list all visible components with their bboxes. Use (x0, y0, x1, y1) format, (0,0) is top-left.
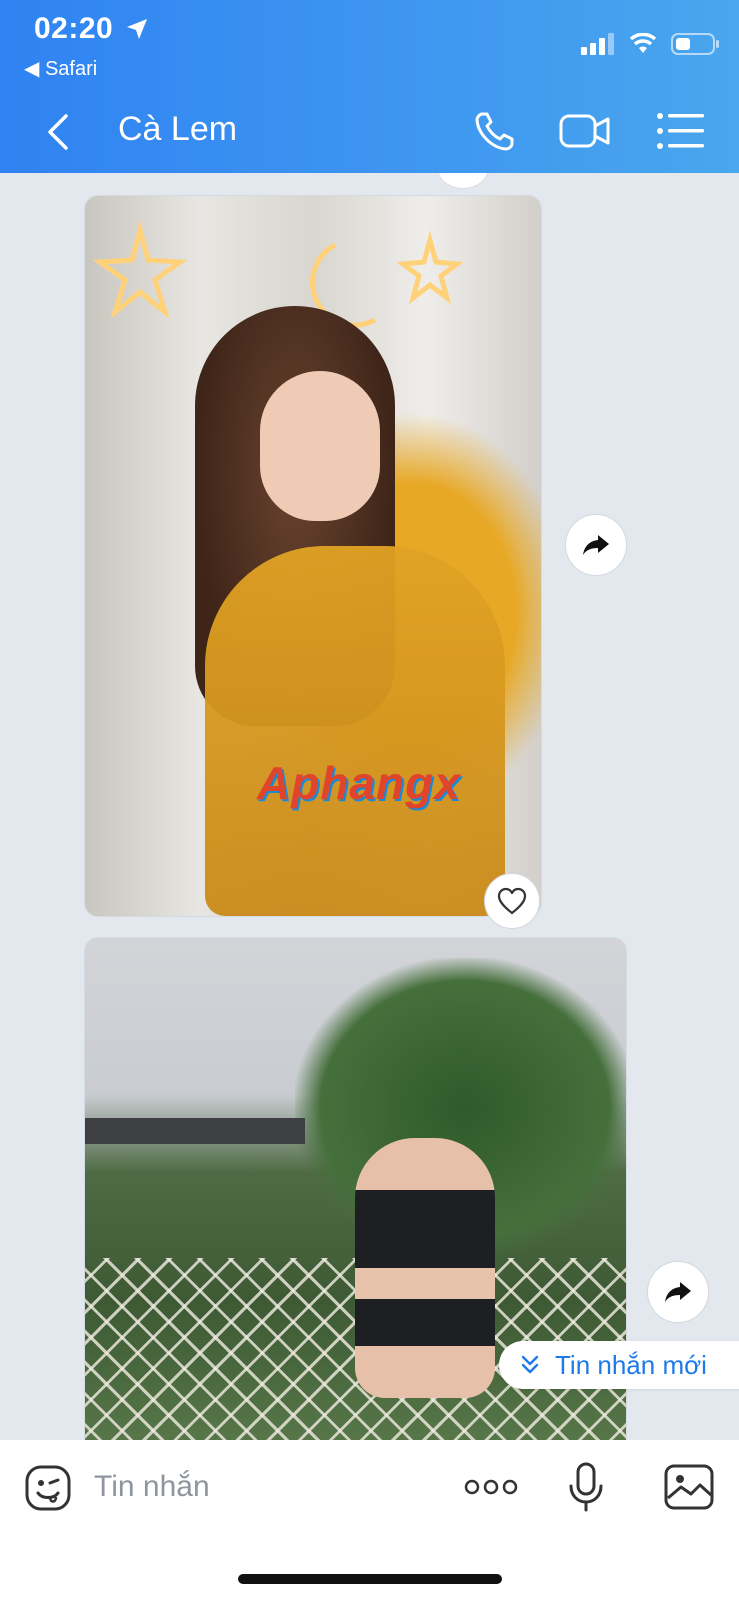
status-time: 02:20 (34, 12, 114, 45)
image-icon[interactable] (664, 1464, 714, 1510)
back-icon[interactable] (40, 112, 80, 152)
battery-icon (671, 33, 719, 55)
location-arrow-icon (127, 19, 147, 39)
new-messages-pill[interactable]: Tin nhắn mới (499, 1341, 739, 1389)
back-to-app[interactable]: ◀ Safari (24, 56, 97, 81)
more-icon[interactable] (464, 1476, 518, 1498)
phone-icon[interactable] (470, 108, 524, 154)
menu-list-icon[interactable] (654, 108, 708, 154)
share-icon (583, 535, 609, 555)
chat-header: 02:20 ◀ Safari Cà Lem (0, 0, 739, 173)
microphone-icon[interactable] (568, 1462, 604, 1512)
conversation-title[interactable]: Cà Lem (118, 110, 237, 149)
photo-gazebo-roof (85, 1118, 305, 1144)
share-icon (665, 1282, 691, 1302)
signal-icon (581, 33, 614, 55)
share-button-2[interactable] (647, 1261, 709, 1323)
photo-subject-dress (205, 546, 505, 916)
like-button-1[interactable] (484, 873, 540, 929)
home-indicator[interactable] (238, 1574, 502, 1584)
reaction-button-previous[interactable] (437, 173, 489, 189)
share-button-1[interactable] (565, 514, 627, 576)
image-message-1[interactable]: Aphangx (84, 195, 542, 917)
photo-subject-face (260, 371, 380, 521)
message-list[interactable]: Aphangx Tin nhắn mới (0, 173, 739, 1440)
double-chevron-down-icon (521, 1355, 539, 1374)
status-icons (581, 32, 721, 56)
photo-subject (355, 1138, 495, 1398)
watermark-logo: Aphangx (257, 757, 461, 809)
back-app-label: Safari (44, 58, 98, 80)
wifi-icon (629, 33, 657, 53)
back-triangle-icon: ◀ (24, 58, 40, 80)
message-input[interactable]: Tin nhắn (94, 1470, 210, 1504)
sticker-icon[interactable] (24, 1464, 72, 1512)
new-messages-label: Tin nhắn mới (555, 1349, 707, 1380)
heart-icon (497, 887, 527, 915)
video-call-icon[interactable] (558, 108, 612, 154)
